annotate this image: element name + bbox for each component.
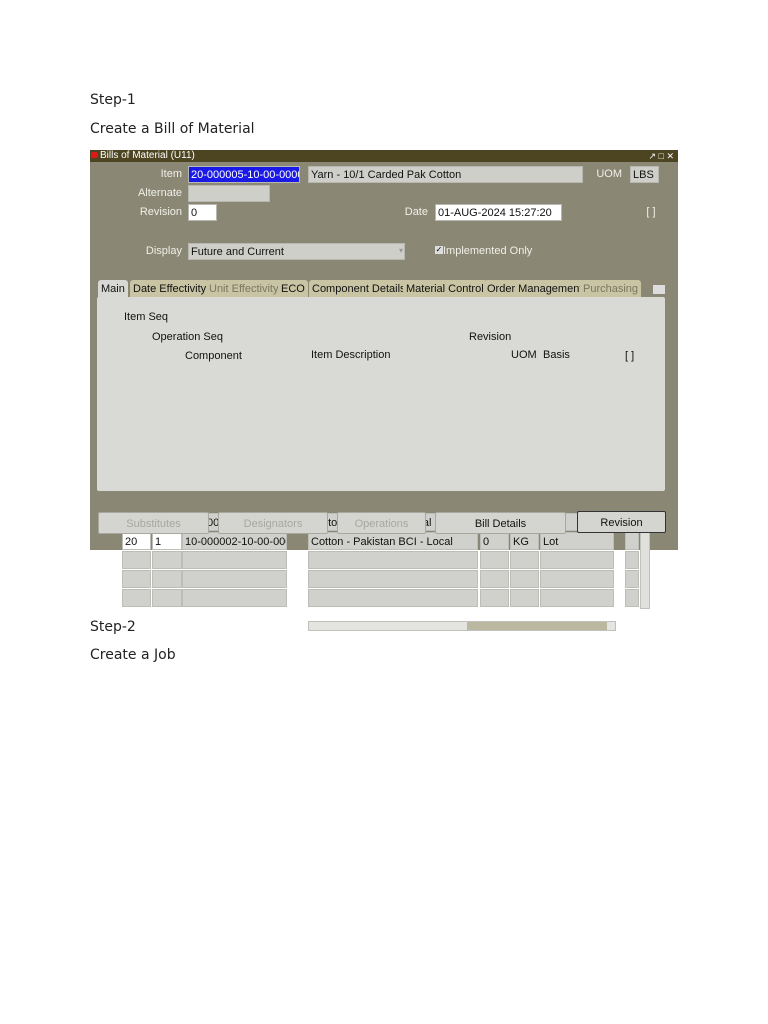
flex-cell[interactable] <box>625 589 639 607</box>
item-field[interactable]: 20-000005-10-00-0000- <box>188 166 300 183</box>
revision-field[interactable]: 0 <box>188 204 217 221</box>
op-seq-cell[interactable] <box>152 570 182 588</box>
tab-scroll-right-button[interactable] <box>653 285 665 294</box>
description-cell[interactable] <box>308 589 478 607</box>
component-cell[interactable] <box>182 589 287 607</box>
component-cell[interactable] <box>182 570 287 588</box>
op-seq-cell[interactable] <box>152 589 182 607</box>
uom-cell[interactable] <box>510 570 539 588</box>
tab-unit-effectivity[interactable]: Unit Effectivity <box>206 280 282 298</box>
revision-cell[interactable] <box>480 589 509 607</box>
revision-label: Revision <box>139 206 182 218</box>
window-title: Bills of Material (U11) <box>100 150 195 161</box>
item-description-header: Item Description <box>311 349 391 361</box>
oracle-icon <box>91 152 98 158</box>
flex-cell[interactable] <box>625 532 639 550</box>
tab-purchasing[interactable]: Purchasing <box>580 280 642 298</box>
tab-date-effectivity[interactable]: Date Effectivity <box>130 280 210 298</box>
display-select[interactable]: Future and Current <box>188 243 405 260</box>
tab-eco[interactable]: ECO <box>278 280 308 298</box>
step1-description: Create a Bill of Material <box>90 121 255 137</box>
tab-component-details[interactable]: Component Details <box>309 280 409 298</box>
uom-label: UOM <box>596 168 622 180</box>
operations-button[interactable]: Operations <box>337 512 426 534</box>
basis-cell[interactable] <box>540 551 614 569</box>
basis-cell[interactable]: Lot <box>540 532 614 550</box>
descriptive-flexfield[interactable]: [ ] <box>638 204 664 221</box>
operation-seq-header: Operation Seq <box>152 331 223 343</box>
basis-cell[interactable] <box>540 589 614 607</box>
uom-cell[interactable] <box>510 589 539 607</box>
step1-heading: Step-1 <box>90 92 136 108</box>
main-tab-panel: Item Seq Operation Seq Component Item De… <box>97 297 665 631</box>
date-field[interactable]: 01-AUG-2024 15:27:20 <box>435 204 562 221</box>
item-seq-header: Item Seq <box>124 311 169 323</box>
title-bar: Bills of Material (U11) ↗ □ ✕ <box>90 150 678 162</box>
bills-of-material-window: Bills of Material (U11) ↗ □ ✕ Item 20-00… <box>90 150 678 631</box>
step2-heading: Step-2 <box>90 619 136 635</box>
revision-cell[interactable] <box>480 570 509 588</box>
description-cell[interactable] <box>308 570 478 588</box>
basis-header: Basis <box>543 349 570 361</box>
uom-cell[interactable] <box>510 551 539 569</box>
item-seq-cell[interactable] <box>122 589 151 607</box>
alternate-label: Alternate <box>137 187 182 199</box>
tab-material-control[interactable]: Material Control <box>403 280 487 298</box>
chevron-down-icon: ▾ <box>399 246 404 255</box>
implemented-checkbox[interactable]: ✓ <box>435 246 443 254</box>
uom-field[interactable]: LBS <box>630 166 659 183</box>
alternate-field[interactable] <box>188 185 270 202</box>
bill-details-button[interactable]: Bill Details <box>435 512 566 534</box>
basis-cell[interactable] <box>540 570 614 588</box>
item-label: Item <box>160 168 182 180</box>
flex-cell[interactable] <box>625 570 639 588</box>
step2-description: Create a Job <box>90 647 176 663</box>
implemented-only-label: Implemented Only <box>443 245 533 257</box>
item-seq-cell[interactable] <box>122 551 151 569</box>
revision-button[interactable]: Revision <box>577 511 666 533</box>
flexfield-header: [ ] <box>625 350 635 362</box>
window-controls[interactable]: ↗ □ ✕ <box>648 150 674 162</box>
item-description-field[interactable]: Yarn - 10/1 Carded Pak Cotton <box>308 166 583 183</box>
substitutes-button[interactable]: Substitutes <box>98 512 209 534</box>
display-label: Display <box>145 245 182 257</box>
designators-button[interactable]: Designators <box>218 512 328 534</box>
date-label: Date <box>404 206 428 218</box>
component-header: Component <box>185 350 242 362</box>
component-cell[interactable] <box>182 551 287 569</box>
revision-header: Revision <box>469 331 512 343</box>
horizontal-scrollbar[interactable] <box>308 621 616 631</box>
revision-cell[interactable] <box>480 551 509 569</box>
tab-order-management[interactable]: Order Management <box>484 280 586 298</box>
op-seq-cell[interactable] <box>152 551 182 569</box>
uom-header: UOM <box>511 349 537 361</box>
item-seq-cell[interactable] <box>122 570 151 588</box>
flex-cell[interactable] <box>625 551 639 569</box>
tab-main[interactable]: Main <box>98 280 128 298</box>
description-cell[interactable] <box>308 551 478 569</box>
